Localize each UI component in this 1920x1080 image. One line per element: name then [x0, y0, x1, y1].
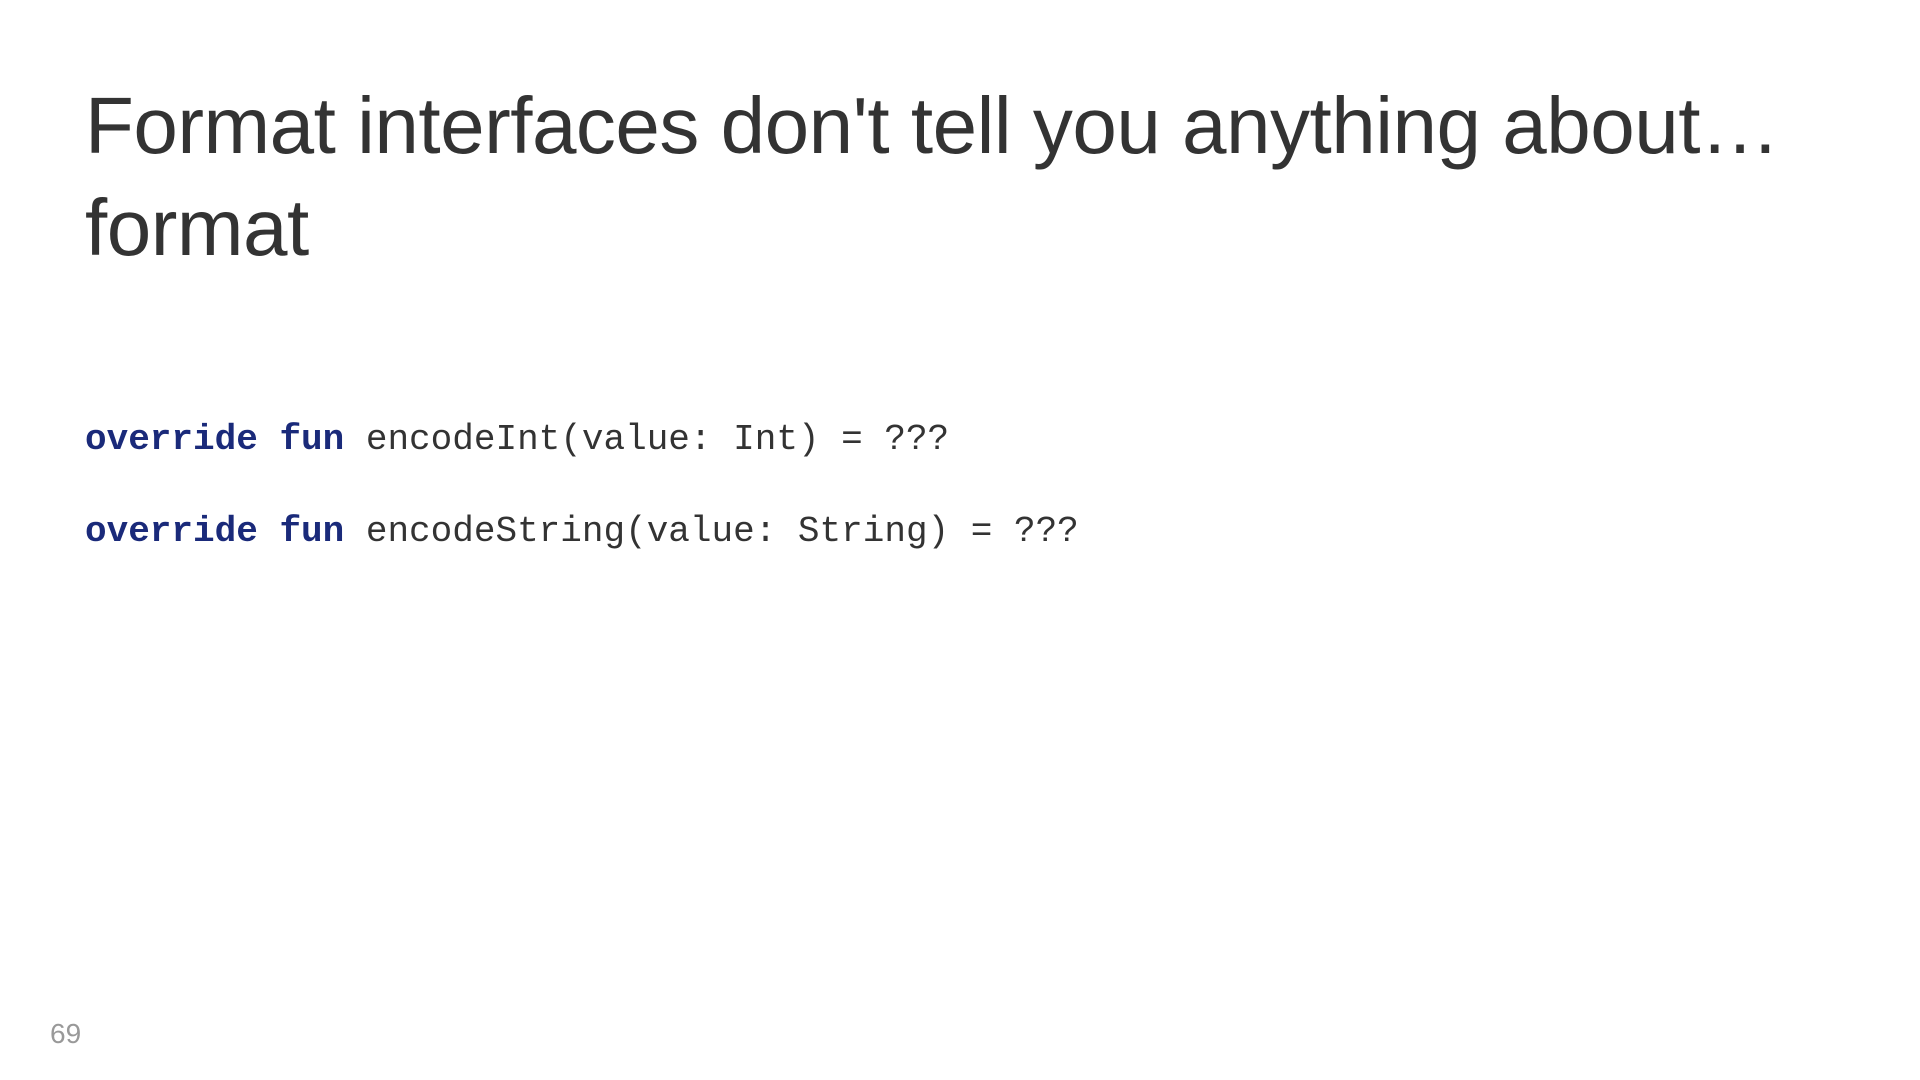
page-number: 69: [50, 1018, 81, 1050]
code-block: override fun encodeInt(value: Int) = ???…: [85, 415, 1079, 600]
space-2: [258, 511, 280, 552]
keyword-override-2: override: [85, 511, 258, 552]
code-line-2: override fun encodeString(value: String)…: [85, 507, 1079, 557]
code-line-1: override fun encodeInt(value: Int) = ???: [85, 415, 1079, 465]
keyword-override-1: override: [85, 419, 258, 460]
slide-title: Format interfaces don't tell you anythin…: [85, 75, 1920, 280]
keyword-fun-1: fun: [279, 419, 344, 460]
code-rest-2: encodeString(value: String) = ???: [344, 511, 1079, 552]
code-rest-1: encodeInt(value: Int) = ???: [344, 419, 949, 460]
keyword-fun-2: fun: [279, 511, 344, 552]
space-1: [258, 419, 280, 460]
